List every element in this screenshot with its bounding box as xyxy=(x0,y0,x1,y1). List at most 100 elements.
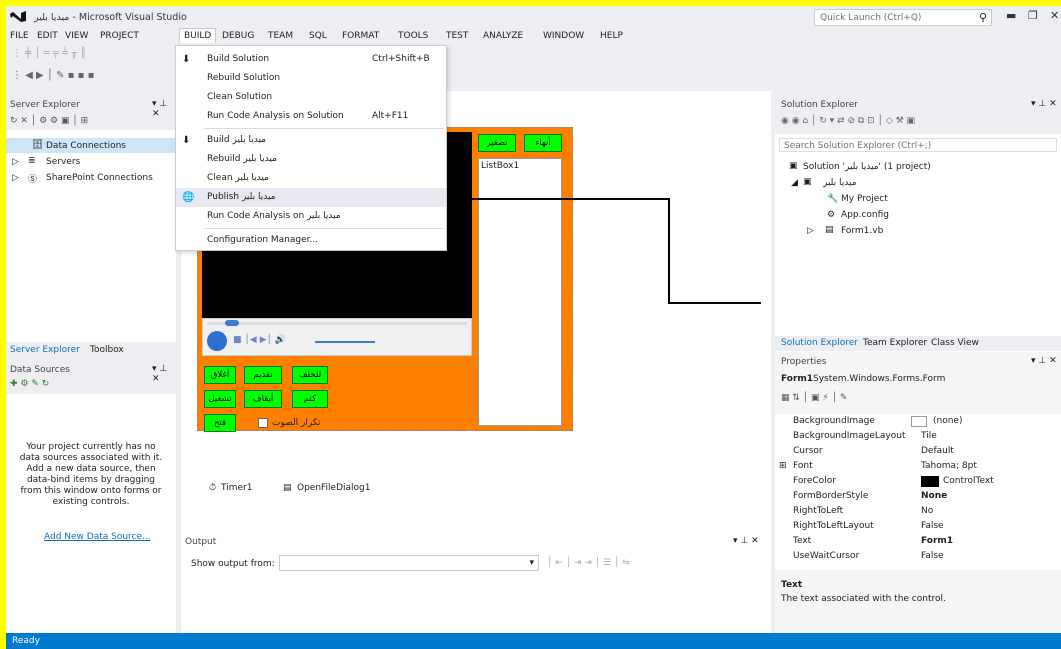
solution-node[interactable]: Solution 'ميديا بلير' (1 project) xyxy=(803,162,931,172)
menu-view[interactable]: VIEW xyxy=(65,31,88,41)
prop-desc: The text associated with the control. xyxy=(781,594,946,604)
menu-file[interactable]: FILE xyxy=(10,31,29,41)
form1-node[interactable]: Form1.vb xyxy=(841,226,883,236)
menu-clean-project[interactable]: Clean ميديا بلير xyxy=(176,169,446,188)
prop-row[interactable]: UseWaitCursor False xyxy=(775,549,1055,564)
tab-server-explorer[interactable]: Server Explorer xyxy=(10,345,80,355)
solution-explorer-header: Solution Explorer ▾ ⊥ ✕ xyxy=(781,99,1057,110)
prop-row[interactable]: Cursor Default xyxy=(775,444,1055,459)
collapse-icon[interactable]: ◢ xyxy=(791,178,798,188)
prop-row[interactable]: FormBorderStyle None xyxy=(775,489,1055,504)
menu-build[interactable]: BUILD xyxy=(179,28,217,43)
left-tabs: Server Explorer Toolbox xyxy=(6,343,176,358)
menu-publish-project[interactable]: 🌐 Publish ميديا بلير xyxy=(176,188,446,207)
app-config-node[interactable]: App.config xyxy=(841,210,889,220)
server-icon: ≣ xyxy=(28,156,36,166)
menu-project[interactable]: PROJECT xyxy=(100,31,139,41)
config-icon: ⚙ xyxy=(827,210,836,220)
solution-explorer-toolbar[interactable]: ◉ ◉ ⌂ │ ↻ ▾ ⇄ ⊘ ⧉ ⊡ │ ◇ ⚒ ▣ xyxy=(781,116,915,126)
refresh-icon[interactable]: ↻ ✕ │ ⚙ ⚙ ▣ │ ⊞ xyxy=(10,116,88,126)
title-bar: ميديا بلير - Microsoft Visual Studio Qui… xyxy=(6,6,1061,28)
expand-icon[interactable]: ▷ xyxy=(807,226,814,236)
pin-icon[interactable]: ▾ ⊥ ✕ xyxy=(1031,356,1057,366)
status-bar: Ready xyxy=(6,633,1061,649)
tab-solution-explorer[interactable]: Solution Explorer xyxy=(781,338,858,348)
pin-icon[interactable]: ▾ ⊥ ✕ xyxy=(733,536,759,546)
component-tray: ⏱ Timer1 ▤ OpenFileDialog1 xyxy=(181,461,771,533)
align-icons[interactable]: ⋮ ╪ │ ═ ╤ ╧ ╥ ║ xyxy=(12,48,86,59)
timer-icon: ⏱ xyxy=(209,483,217,493)
data-sources-message: Your project currently has no data sourc… xyxy=(19,442,163,507)
menu-edit[interactable]: EDIT xyxy=(37,31,58,41)
prop-row[interactable]: RightToLeft No xyxy=(775,504,1055,519)
menu-run-code-analysis-solution[interactable]: Run Code Analysis on Solution Alt+F11 xyxy=(176,107,446,126)
tree-item-data-connections[interactable]: 🗄 Data Connections xyxy=(6,138,176,153)
tab-team-explorer[interactable]: Team Explorer xyxy=(863,338,927,348)
prop-row[interactable]: RightToLeftLayout False xyxy=(775,519,1055,534)
menu-build-project[interactable]: ⬇ Build ميديا بلير xyxy=(176,131,446,150)
data-sources-body: Your project currently has no data sourc… xyxy=(6,394,176,633)
my-project-node[interactable]: My Project xyxy=(841,194,888,204)
solution-search-input[interactable]: Search Solution Explorer (Ctrl+;) xyxy=(779,138,1057,152)
menu-separator xyxy=(204,128,444,129)
properties-toolbar-icons[interactable]: ▦ ⇅ │ ▣ ⚡ │ ✎ xyxy=(781,393,847,403)
tree-item-servers[interactable]: ▷ ≣ Servers xyxy=(6,154,176,169)
menu-clean-solution[interactable]: Clean Solution xyxy=(176,88,446,107)
timer1[interactable]: Timer1 xyxy=(221,483,252,493)
expand-icon[interactable]: ▷ xyxy=(12,157,19,167)
menu-build-solution[interactable]: ⬇ Build Solution Ctrl+Shift+B xyxy=(176,50,446,69)
menu-bar: FILE EDIT VIEW PROJECT BUILD DEBUG TEAM … xyxy=(6,28,1061,45)
status-text: Ready xyxy=(12,636,40,646)
menu-configuration-manager[interactable]: Configuration Manager... xyxy=(176,231,446,250)
pin-icon[interactable]: ▾ ⊥ ✕ xyxy=(1031,99,1057,109)
menu-rebuild-solution[interactable]: Rebuild Solution xyxy=(176,69,446,88)
menu-window[interactable]: WINDOW xyxy=(543,31,584,41)
right-tabs: Solution Explorer Team Explorer Class Vi… xyxy=(775,336,1061,351)
menu-run-code-analysis-project[interactable]: Run Code Analysis on ميديا بلير xyxy=(176,207,446,226)
properties-grid: BackgroundImage (none) BackgroundImageLay… xyxy=(775,414,1061,570)
vs-logo-icon xyxy=(10,11,26,22)
menu-test[interactable]: TEST xyxy=(446,31,468,41)
build-menu: ⬇ Build Solution Ctrl+Shift+B Rebuild Solu… xyxy=(175,45,447,251)
quick-launch-input[interactable]: Quick Launch (Ctrl+Q) ⚲ xyxy=(814,9,992,26)
menu-help[interactable]: HELP xyxy=(600,31,623,41)
server-explorer-header: Server Explorer ▾ ⊥ ✕ xyxy=(6,97,176,119)
nav-icons[interactable]: ⋮ ◀ ▶ │ ✎ ▪ ▪ ▪ xyxy=(12,70,94,81)
menu-tools[interactable]: TOOLS xyxy=(398,31,428,41)
open-file-dialog1[interactable]: OpenFileDialog1 xyxy=(297,483,371,493)
search-icon: ⚲ xyxy=(978,11,987,24)
prop-row[interactable]: ⊞ Font Tahoma; 8pt xyxy=(775,459,1055,474)
data-sources-header: Data Sources ▾ ⊥ ✕ xyxy=(6,362,176,384)
menu-team[interactable]: TEAM xyxy=(268,31,293,41)
project-node[interactable]: ميديا بلير xyxy=(823,178,857,188)
restore-icon[interactable]: ❐ xyxy=(1028,9,1038,22)
prop-row[interactable]: BackgroundImage (none) xyxy=(775,414,1055,429)
menu-sql[interactable]: SQL xyxy=(309,31,327,41)
data-sources-toolbar[interactable]: ✚ ⚙ ✎ ↻ xyxy=(10,379,49,389)
database-icon: 🗄 xyxy=(32,140,44,150)
menu-analyze[interactable]: ANALYZE xyxy=(483,31,523,41)
menu-debug[interactable]: DEBUG xyxy=(222,31,254,41)
add-data-source-link[interactable]: Add New Data Source... xyxy=(44,532,151,542)
menu-format[interactable]: FORMAT xyxy=(342,31,379,41)
close-icon[interactable]: ✕ xyxy=(1050,9,1059,22)
prop-row[interactable]: Text Form1 xyxy=(775,534,1055,549)
tab-class-view[interactable]: Class View xyxy=(931,338,979,348)
dialog-icon: ▤ xyxy=(283,483,292,493)
output-source-select[interactable]: ▾ xyxy=(279,555,539,571)
wrench-icon: 🔧 xyxy=(827,194,839,204)
output-toolbar-icons[interactable]: │ ⇤ │ ⇥ ⇥ │ ☰ │ ⇋ xyxy=(547,558,630,568)
prop-desc-title: Text xyxy=(781,580,803,590)
prop-row[interactable]: ForeColor ControlText xyxy=(775,474,1055,489)
solution-explorer-tree: Search Solution Explorer (Ctrl+;) ▣ Solu… xyxy=(775,134,1061,352)
solution-icon: ▣ xyxy=(789,161,798,171)
minimize-icon[interactable]: ▬ xyxy=(1006,9,1016,22)
prop-row[interactable]: BackgroundImageLayout Tile xyxy=(775,429,1055,444)
expand-icon[interactable]: ▷ xyxy=(12,173,19,183)
pin-icon[interactable]: ▾ ⊥ ✕ xyxy=(152,364,176,384)
form-icon: ▤ xyxy=(825,225,834,235)
tree-item-sharepoint[interactable]: ▷ Ⓢ SharePoint Connections xyxy=(6,170,176,185)
menu-rebuild-project[interactable]: Rebuild ميديا بلير xyxy=(176,150,446,169)
tab-toolbox[interactable]: Toolbox xyxy=(90,345,124,355)
chevron-down-icon: ▾ xyxy=(529,558,534,568)
